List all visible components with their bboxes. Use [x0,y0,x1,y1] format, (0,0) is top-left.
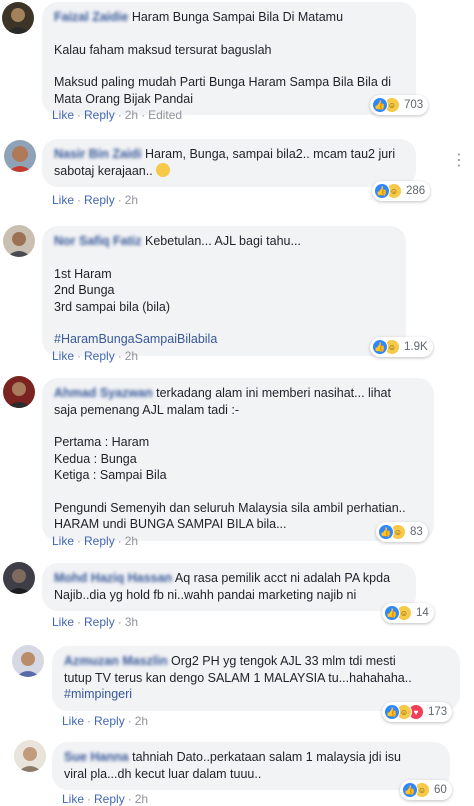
comment-actions: Like · Reply · 2h · Edited [52,108,183,122]
commenter-name[interactable]: Ahmad Syazwan [54,385,153,402]
like-reaction-icon: 👍 [372,339,388,355]
reply-link[interactable]: Reply [94,714,125,728]
comment-actions: Like · Reply · 2h [52,193,139,207]
laughing-emoji-icon [155,162,170,177]
comment-line: Kalau faham maksud tersurat baguslah [54,42,272,57]
comment-bubble: Mohd Haziq Hassan Aq rasa pemilik acct n… [42,563,416,611]
reaction-count: 173 [428,706,448,718]
comment-bubble: Ahmad Syazwan terkadang alam ini memberi… [42,378,434,541]
like-link[interactable]: Like [52,615,74,629]
comment-line: saja pemenang AJL malam tadi :- [54,402,240,417]
comment-line: 1st Haram [54,266,112,281]
avatar[interactable] [3,225,35,257]
comment-actions: Like · Reply · 2h [62,792,149,806]
comment-line: Org2 PH yg tengok AJL 33 mlm tdi mesti [170,654,396,668]
reaction-summary[interactable]: 👍 ☺ 703 [370,95,429,115]
comment-line: Ketiga : Sampai Bila [54,468,167,482]
like-reaction-icon: 👍 [384,605,400,621]
reaction-summary[interactable]: 👍 ☺ ♥ 173 [382,702,453,722]
comment-line: tahniah Dato..perkataan salam 1 malaysia… [132,750,401,764]
like-reaction-icon: 👍 [384,704,400,720]
avatar[interactable] [4,140,36,172]
like-link[interactable]: Like [52,349,74,363]
comment-line: Aq rasa pemilik acct ni adalah PA kpda [174,571,391,585]
commenter-name[interactable]: Mohd Haziq Hassan [54,570,172,587]
comment-bubble: Nasir Bin Zaidi Haram, Bunga, sampai bil… [42,139,416,187]
reaction-count: 60 [434,784,447,796]
comment-line: Najib..dia yg hold fb ni..wahh pandai ma… [54,587,357,602]
reply-link[interactable]: Reply [84,349,115,363]
commenter-name[interactable]: Azmuzan Maszlin [64,653,168,670]
reaction-count: 286 [406,185,426,197]
reply-link[interactable]: Reply [84,108,115,122]
reaction-summary[interactable]: 👍 ☺ 1.9K [370,337,433,357]
comment-actions: Like · Reply · 2h [62,714,149,728]
hashtag-link[interactable]: #HaramBungaSampaiBilabila [54,331,394,348]
like-reaction-icon: 👍 [372,97,388,113]
comment-bubble: Sue Hanna tahniah Dato..perkataan salam … [52,742,450,790]
comment-list: Faizal Zaidie Haram Bunga Sampai Bila Di… [0,0,474,806]
comment-bubble: Nor Safiq Fatiz Kebetulan... AJL bagi ta… [42,226,406,356]
reaction-summary[interactable]: 👍 ☺ 14 [382,603,434,623]
timestamp[interactable]: 2h [125,349,138,363]
reaction-summary[interactable]: 👍 ☺ 83 [376,522,428,542]
avatar[interactable] [14,740,46,772]
timestamp[interactable]: 2h [135,792,148,806]
comment-line: Maksud paling mudah Parti Bunga Haram Sa… [54,75,391,89]
avatar[interactable] [3,376,35,408]
comment-line: HARAM undi BUNGA SAMPAI BILA bila... [54,517,287,531]
reply-link[interactable]: Reply [94,792,125,806]
like-reaction-icon: 👍 [378,524,394,540]
comment-actions: Like · Reply · 3h [52,615,139,629]
like-link[interactable]: Like [52,193,74,207]
comment-line: Haram, Bunga, sampai bila2.. mcam tau2 j… [145,147,396,161]
like-link[interactable]: Like [52,108,74,122]
commenter-name[interactable]: Sue Hanna [64,749,129,766]
comment-line: sabotaj kerajaan.. [54,163,153,178]
reaction-summary[interactable]: 👍 ☺ 60 [400,780,452,800]
comment-line: Kedua : Bunga [54,451,137,466]
timestamp[interactable]: 2h [135,714,148,728]
comment-line: Mata Orang Bijak Pandai [54,91,193,106]
hashtag-link[interactable]: #mimpingeri [64,686,448,703]
like-link[interactable]: Like [52,534,74,548]
comment-line: tutup TV terus kan dengo SALAM 1 MALAYSI… [64,670,412,685]
avatar[interactable] [3,562,35,594]
reaction-count: 14 [416,607,429,619]
reaction-count: 83 [410,526,423,538]
comment-bubble: Faizal Zaidie Haram Bunga Sampai Bila Di… [42,2,416,115]
reply-link[interactable]: Reply [84,193,115,207]
comment-actions: Like · Reply · 2h [52,534,139,548]
comment-line: Haram Bunga Sampai Bila Di Matamu [131,10,344,24]
timestamp[interactable]: 2h [125,193,138,207]
like-reaction-icon: 👍 [402,782,418,798]
comment-line: Pengundi Semenyih dan seluruh Malaysia s… [54,500,406,515]
comment-line: Kebetulan... AJL bagi tahu... [145,234,301,248]
more-options-icon[interactable]: ⋮ [451,150,468,170]
timestamp[interactable]: 2h [125,108,138,122]
reaction-count: 703 [404,99,424,111]
comment-actions: Like · Reply · 2h [52,349,139,363]
reply-link[interactable]: Reply [84,534,115,548]
comment-line: 3rd sampai bila (bila) [54,299,171,314]
like-reaction-icon: 👍 [374,183,390,199]
reaction-summary[interactable]: 👍 ☺ 286 [372,181,431,201]
commenter-name[interactable]: Faizal Zaidie [54,9,128,26]
like-link[interactable]: Like [62,792,84,806]
avatar[interactable] [12,645,44,677]
comment-line: 2nd Bunga [54,283,115,297]
timestamp[interactable]: 2h [125,534,138,548]
comment-line: terkadang alam ini memberi nasihat... li… [156,386,391,400]
comment-bubble: Azmuzan Maszlin Org2 PH yg tengok AJL 33… [52,646,460,711]
commenter-name[interactable]: Nasir Bin Zaidi [54,146,142,163]
reaction-count: 1.9K [404,341,428,353]
edited-label[interactable]: Edited [148,108,182,122]
comment-line: Pertama : Haram [54,435,150,449]
comment-line: viral pla...dh kecut luar dalam tuuu.. [64,766,262,781]
commenter-name[interactable]: Nor Safiq Fatiz [54,233,142,250]
like-link[interactable]: Like [62,714,84,728]
reply-link[interactable]: Reply [84,615,115,629]
avatar[interactable] [2,2,34,34]
timestamp[interactable]: 3h [125,615,138,629]
